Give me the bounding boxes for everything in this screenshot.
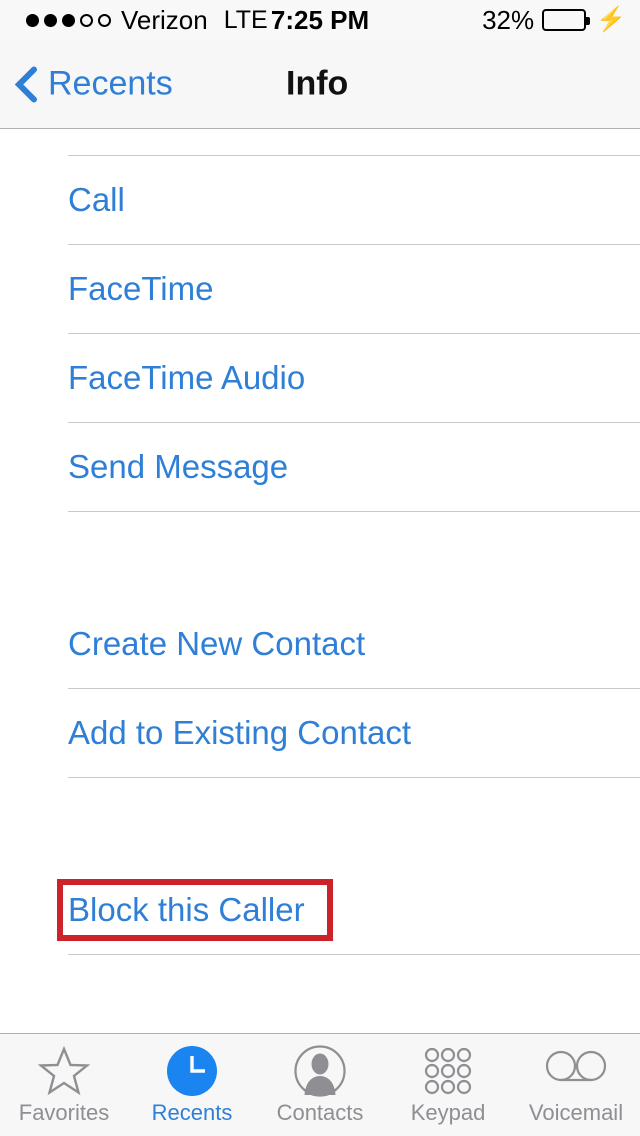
tab-recents[interactable]: Recents [128,1034,256,1136]
list-item-block-this-caller[interactable]: Block this Caller [0,866,640,954]
list-item-label: FaceTime Audio [68,359,306,396]
action-list: Call FaceTime FaceTime Audio Send Messag… [0,129,640,1033]
list-item-label: Create New Contact [68,625,366,662]
tab-bar: Favorites Recents Contacts Keypad Voicem… [0,1033,640,1136]
clock-icon [166,1044,218,1098]
keypad-icon [422,1044,474,1098]
list-item-call[interactable]: Call [0,156,640,244]
tab-label: Contacts [276,1100,364,1125]
list-item-label: FaceTime [68,270,214,307]
star-icon [38,1044,90,1098]
page-title: Info [286,64,349,103]
separator [68,954,640,955]
voicemail-icon [545,1044,607,1098]
list-item-facetime-audio[interactable]: FaceTime Audio [0,334,640,422]
tab-label: Recents [151,1100,233,1125]
navigation-bar: Recents Info [0,40,640,129]
action-group-contact: Create New Contact Add to Existing Conta… [0,600,640,778]
tab-label: Favorites [18,1100,110,1125]
back-button-label: Recents [48,64,173,103]
tab-favorites[interactable]: Favorites [0,1034,128,1136]
back-button[interactable]: Recents [14,65,173,104]
tab-keypad[interactable]: Keypad [384,1034,512,1136]
list-item-send-message[interactable]: Send Message [0,423,640,511]
list-item-label: Call [68,181,125,218]
status-bar: Verizon LTE 7:25 PM 32% ⚡ [0,0,640,40]
list-item-facetime[interactable]: FaceTime [0,245,640,333]
battery-icon [542,9,591,31]
tab-label: Voicemail [528,1100,624,1125]
action-group-communication: Call FaceTime FaceTime Audio Send Messag… [0,155,640,512]
list-item-label: Add to Existing Contact [68,714,412,751]
battery-percent: 32% [482,4,535,35]
person-icon [294,1044,346,1098]
charging-bolt-icon: ⚡ [596,6,626,33]
group-spacer [0,512,640,600]
phone-screen: Verizon LTE 7:25 PM 32% ⚡ Recents Info C… [0,0,640,1136]
tab-contacts[interactable]: Contacts [256,1034,384,1136]
list-item-label: Send Message [68,448,289,485]
list-item-add-to-existing-contact[interactable]: Add to Existing Contact [0,689,640,777]
group-spacer [0,778,640,866]
chevron-left-icon [14,66,38,102]
status-right-group: 32% ⚡ [482,5,626,36]
tab-label: Keypad [410,1100,486,1125]
tab-voicemail[interactable]: Voicemail [512,1034,640,1136]
action-group-block: Block this Caller [0,866,640,955]
list-item-label: Block this Caller [68,891,305,928]
list-item-create-new-contact[interactable]: Create New Contact [0,600,640,688]
